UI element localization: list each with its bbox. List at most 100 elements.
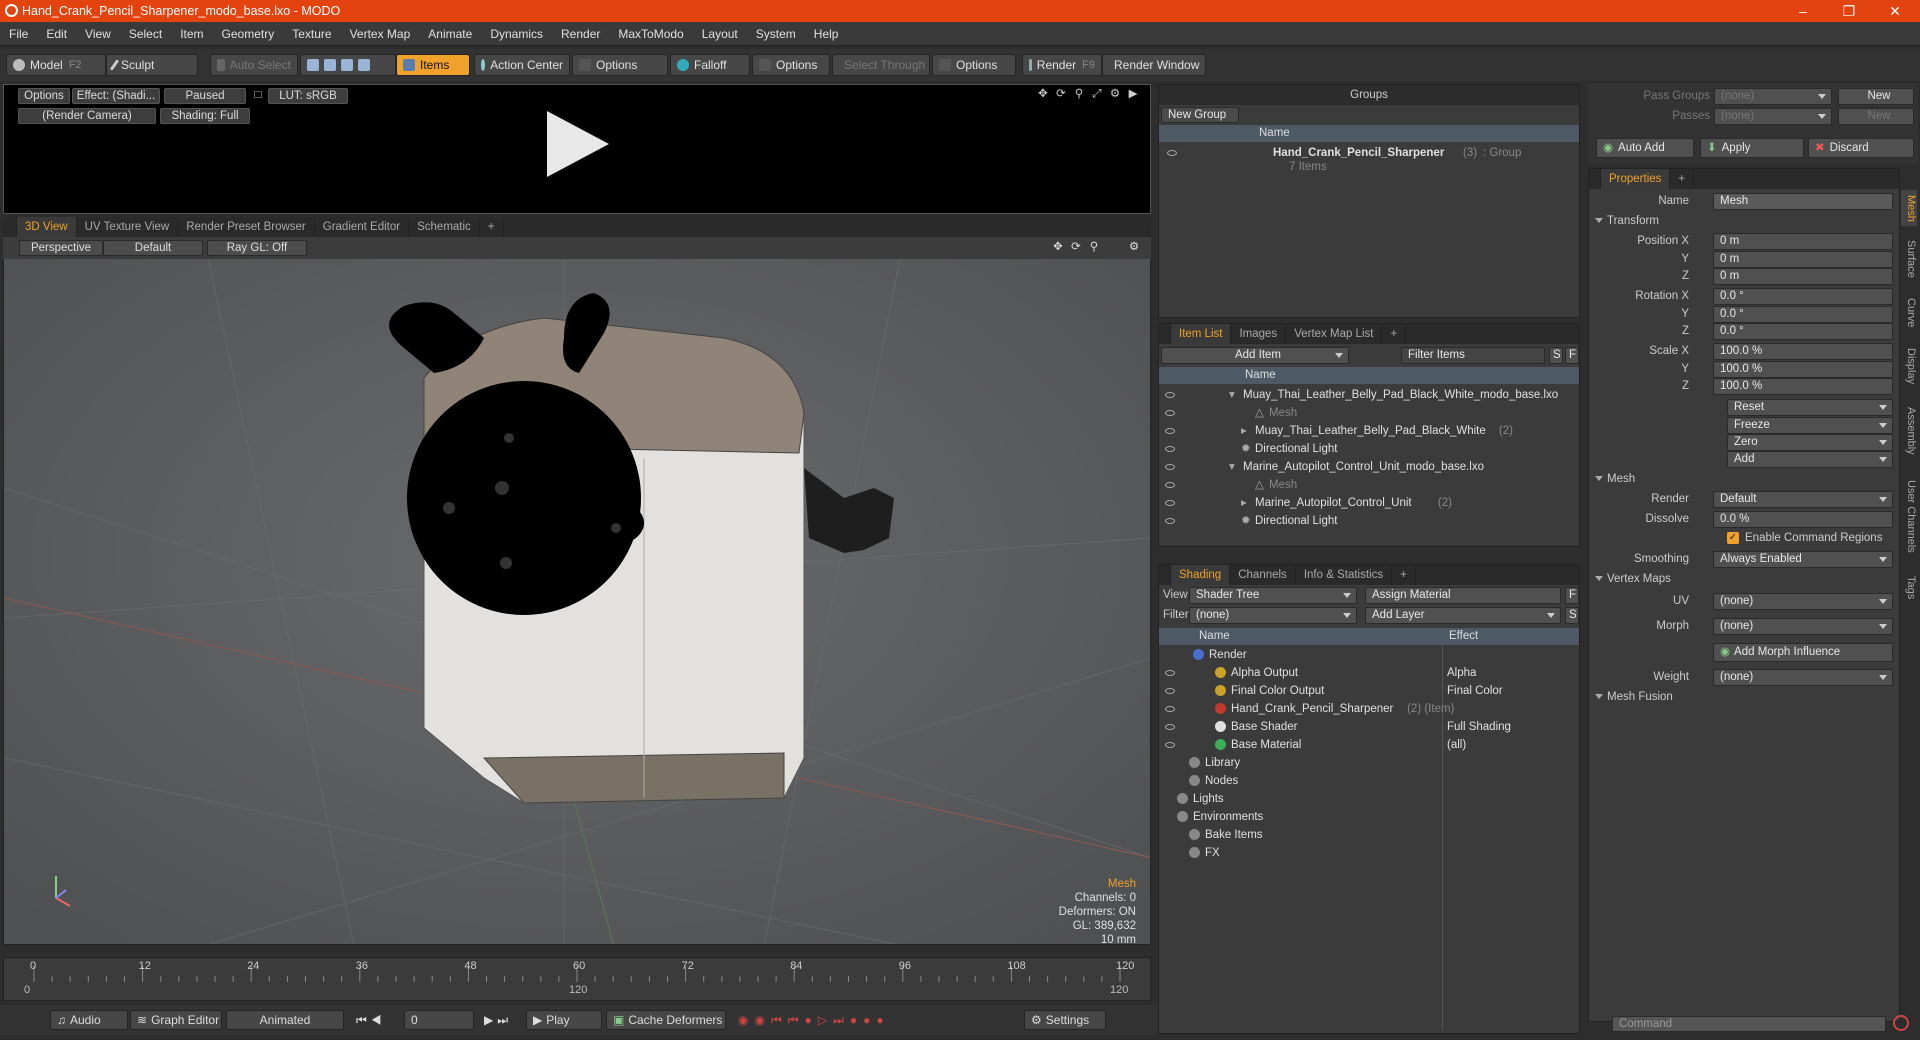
add-tab-button[interactable]: + xyxy=(480,217,504,237)
rotate-view-icon[interactable]: ⟳ xyxy=(1069,240,1083,256)
dissolve-input[interactable]: 0.0 % xyxy=(1713,511,1893,528)
tab-properties[interactable]: Properties xyxy=(1601,169,1671,189)
zoom-view-icon[interactable]: ⚲ xyxy=(1087,240,1101,256)
menu-system[interactable]: System xyxy=(747,27,805,41)
shader-tree-row[interactable]: Final Color Output Final Color xyxy=(1159,682,1579,700)
play-button[interactable]: ▶ Play xyxy=(526,1010,602,1030)
eye-icon[interactable] xyxy=(1165,500,1175,506)
mesh-section[interactable]: Mesh xyxy=(1595,473,1635,485)
settings-button[interactable]: ⚙ Settings xyxy=(1024,1010,1106,1030)
preview-options-button[interactable]: Options xyxy=(18,88,70,104)
rotate-view-icon[interactable]: ⟳ xyxy=(1054,87,1068,103)
item-list-row[interactable]: ▸ Marine_Autopilot_Control_Unit (2) xyxy=(1159,494,1579,512)
key-controls[interactable]: ◉◉⏮⏮●▷⏭●●● xyxy=(732,1010,1022,1030)
eye-icon[interactable] xyxy=(1167,150,1177,156)
menu-maxtomodo[interactable]: MaxToModo xyxy=(609,27,692,41)
preview-effect-button[interactable]: Effect: (Shadi... xyxy=(72,88,160,104)
scale-z-input[interactable]: 100.0 % xyxy=(1713,378,1893,395)
shader-tree-row[interactable]: FX xyxy=(1159,844,1579,862)
item-list-row[interactable]: ✹ Directional Light xyxy=(1159,512,1579,530)
shader-tree-row[interactable]: Lights xyxy=(1159,790,1579,808)
position-y-input[interactable]: 0 m xyxy=(1713,251,1893,268)
eye-icon[interactable] xyxy=(1165,706,1175,712)
menu-geometry[interactable]: Geometry xyxy=(213,27,284,41)
timeline[interactable]: 0 12 24 36 48 60 72 84 96 108 120 0 120 120 xyxy=(3,957,1151,1001)
item-list-row[interactable]: ▸ Muay_Thai_Leather_Belly_Pad_Black_White… xyxy=(1159,422,1579,440)
eye-icon[interactable] xyxy=(1165,518,1175,524)
render-window-button[interactable]: Render Window xyxy=(1102,54,1206,76)
menu-texture[interactable]: Texture xyxy=(283,27,340,41)
eye-icon[interactable] xyxy=(1165,446,1175,452)
menu-file[interactable]: File xyxy=(0,27,37,41)
menu-help[interactable]: Help xyxy=(805,27,848,41)
auto-select-button[interactable]: Auto Select xyxy=(210,54,298,76)
side-tab-user-channels[interactable]: User Channels xyxy=(1901,467,1917,566)
tab-3d-view[interactable]: 3D View xyxy=(17,217,77,237)
tab-item-list[interactable]: Item List xyxy=(1171,324,1232,344)
side-tab-mesh[interactable]: Mesh xyxy=(1901,190,1917,226)
shading-filter-dropdown[interactable]: (none) xyxy=(1189,607,1357,624)
vertex-maps-section[interactable]: Vertex Maps xyxy=(1595,573,1671,585)
shader-tree-row[interactable]: Alpha Output Alpha xyxy=(1159,664,1579,682)
zero-dropdown[interactable]: Zero xyxy=(1727,434,1893,451)
eye-icon[interactable] xyxy=(1165,670,1175,676)
eye-icon[interactable] xyxy=(1165,724,1175,730)
freeze-dropdown[interactable]: Freeze xyxy=(1727,417,1893,434)
menu-animate[interactable]: Animate xyxy=(419,27,481,41)
shader-tree-row[interactable]: Nodes xyxy=(1159,772,1579,790)
passes-dropdown[interactable]: (none) xyxy=(1714,108,1832,125)
scale-y-input[interactable]: 100.0 % xyxy=(1713,361,1893,378)
gear-icon[interactable]: ⚙ xyxy=(1127,240,1141,256)
shader-item-effect[interactable]: Full Shading xyxy=(1447,718,1511,736)
vertices-mode-icon[interactable] xyxy=(307,59,319,71)
new-group-button[interactable]: New Group xyxy=(1161,107,1239,123)
add-layer-dropdown[interactable]: Add Layer xyxy=(1365,607,1561,624)
tab-info-statistics[interactable]: Info & Statistics xyxy=(1296,565,1393,585)
mesh-fusion-section[interactable]: Mesh Fusion xyxy=(1595,691,1673,703)
shader-tree-dropdown[interactable]: Shader Tree xyxy=(1189,587,1357,604)
enable-command-regions-checkbox[interactable]: ✓ xyxy=(1727,532,1739,544)
discard-button[interactable]: ✖ Discard xyxy=(1808,138,1914,158)
filter-s-button[interactable]: S xyxy=(1549,347,1563,364)
maximize-icon[interactable]: ❐ xyxy=(1826,0,1872,22)
gear-icon[interactable]: ⚙ xyxy=(1108,87,1122,103)
eye-icon[interactable] xyxy=(1165,428,1175,434)
filter-items-input[interactable]: Filter Items xyxy=(1401,347,1545,364)
select-through-options-button[interactable]: Options xyxy=(932,54,1016,76)
items-mode-button[interactable]: Items xyxy=(396,54,470,76)
item-list-row[interactable]: △ Mesh xyxy=(1159,404,1579,422)
add-tab-button[interactable]: + xyxy=(1382,324,1407,344)
action-center-options-button[interactable]: Options xyxy=(572,54,668,76)
uv-dropdown[interactable]: (none) xyxy=(1713,593,1893,610)
falloff-options-button[interactable]: Options xyxy=(752,54,830,76)
menu-select[interactable]: Select xyxy=(120,27,171,41)
next-key-buttons[interactable]: ▶⏭ xyxy=(478,1010,524,1030)
raygl-dropdown[interactable]: Ray GL: Off xyxy=(207,240,307,256)
eye-icon[interactable] xyxy=(1165,410,1175,416)
apply-button[interactable]: ⬇ Apply xyxy=(1700,138,1804,158)
audio-button[interactable]: ♫ Audio xyxy=(50,1010,128,1030)
3d-viewport[interactable]: Mesh Channels: 0 Deformers: ON GL: 389,6… xyxy=(3,237,1151,945)
eye-icon[interactable] xyxy=(1165,482,1175,488)
tab-images[interactable]: Images xyxy=(1231,324,1287,344)
perspective-dropdown[interactable]: Perspective xyxy=(19,240,103,256)
menu-view[interactable]: View xyxy=(76,27,120,41)
shader-item-effect[interactable]: Final Color xyxy=(1447,682,1503,700)
rotation-z-input[interactable]: 0.0 ° xyxy=(1713,323,1893,340)
close-icon[interactable]: ✕ xyxy=(1872,0,1918,22)
tab-render-preset-browser[interactable]: Render Preset Browser xyxy=(178,217,315,237)
sculpt-button[interactable]: Sculpt xyxy=(106,54,198,76)
preview-camera-button[interactable]: (Render Camera) xyxy=(18,108,156,124)
assign-material-button[interactable]: Assign Material xyxy=(1365,587,1561,604)
zoom-view-icon[interactable]: ⚲ xyxy=(1072,87,1086,103)
tab-gradient-editor[interactable]: Gradient Editor xyxy=(315,217,410,237)
rotation-y-input[interactable]: 0.0 ° xyxy=(1713,306,1893,323)
filter-f-button[interactable]: F xyxy=(1565,347,1579,364)
position-z-input[interactable]: 0 m xyxy=(1713,268,1893,285)
shader-item-effect[interactable]: (all) xyxy=(1447,736,1466,754)
side-tab-display[interactable]: Display xyxy=(1901,338,1917,395)
tab-schematic[interactable]: Schematic xyxy=(409,217,480,237)
add-item-dropdown[interactable]: Add Item xyxy=(1161,347,1349,364)
render-dropdown[interactable]: Default xyxy=(1713,491,1893,508)
pass-groups-dropdown[interactable]: (none) xyxy=(1714,88,1832,105)
